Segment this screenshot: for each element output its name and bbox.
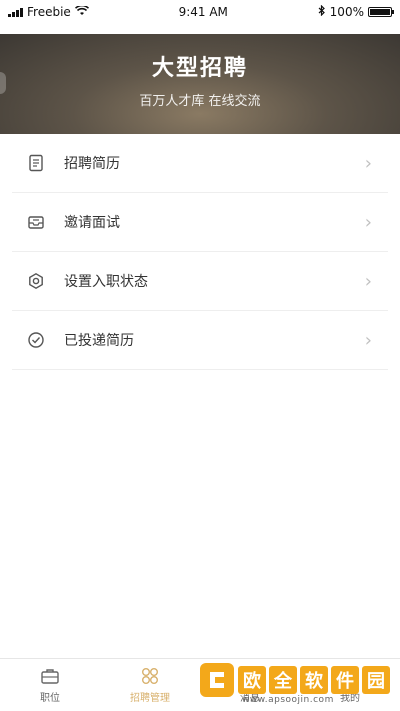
tab-label: 职位 [40, 693, 60, 704]
menu-item-label: 邀请面试 [64, 215, 120, 231]
grid-icon [138, 666, 162, 686]
menu-item-label: 已投递简历 [64, 333, 134, 349]
battery-percent: 100% [329, 5, 364, 19]
chevron-right-icon: › [364, 329, 372, 351]
chevron-right-icon: › [364, 152, 372, 174]
status-bar: Freebie 9:41 AM 100% [0, 0, 400, 24]
chevron-right-icon: › [364, 270, 372, 292]
tab-recruit-management[interactable]: 招聘管理 [100, 659, 200, 711]
watermark-char: 全 [269, 666, 297, 694]
menu-item-label: 招聘简历 [64, 156, 120, 172]
hero-title: 大型招聘 [151, 56, 248, 81]
status-time: 9:41 AM [178, 5, 228, 19]
menu-item-label: 设置入职状态 [64, 274, 148, 290]
status-left: Freebie [8, 4, 89, 19]
chevron-right-icon: › [364, 211, 372, 233]
menu-list: 招聘简历 › 邀请面试 › 设置入职状态 › 已投递简历 › [0, 134, 400, 370]
hero-banner: 大型招聘 百万人才库 在线交流 [0, 34, 400, 134]
tab-label: 招聘管理 [130, 693, 170, 704]
watermark-char: 欧 [238, 666, 266, 694]
status-right: 100% [318, 4, 394, 19]
inbox-icon [24, 210, 48, 234]
watermark: 欧全软件园 www.apsoojin.com [200, 653, 396, 707]
briefcase-icon [38, 666, 62, 686]
watermark-url: www.apsoojin.com [242, 695, 334, 705]
hero-subtitle: 百万人才库 在线交流 [139, 94, 261, 109]
signal-icon [8, 7, 23, 17]
wifi-icon [74, 4, 89, 19]
carrier-label: Freebie [27, 5, 71, 19]
watermark-logo-icon [200, 663, 234, 697]
menu-item-interview[interactable]: 邀请面试 › [12, 193, 388, 252]
watermark-char: 园 [362, 666, 390, 694]
check-circle-icon [24, 328, 48, 352]
resume-icon [24, 151, 48, 175]
menu-item-onboarding-status[interactable]: 设置入职状态 › [12, 252, 388, 311]
menu-item-delivered-resumes[interactable]: 已投递简历 › [12, 311, 388, 370]
gear-icon [24, 269, 48, 293]
menu-item-resumes[interactable]: 招聘简历 › [12, 134, 388, 193]
watermark-text: 欧全软件园 [238, 666, 390, 694]
battery-icon [367, 7, 394, 17]
tab-jobs[interactable]: 职位 [0, 659, 100, 711]
bluetooth-icon [318, 4, 326, 19]
watermark-char: 软 [300, 666, 328, 694]
watermark-char: 件 [331, 666, 359, 694]
